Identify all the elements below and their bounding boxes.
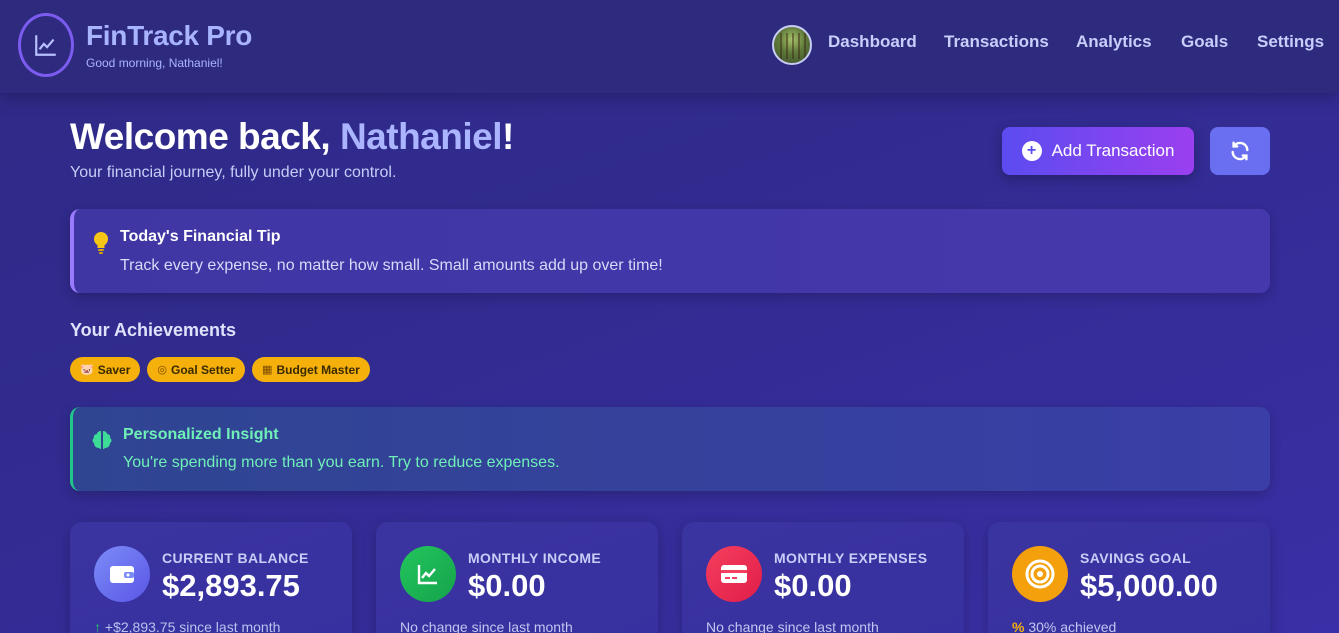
- logo[interactable]: [18, 13, 74, 77]
- chart-line-icon: [400, 546, 456, 602]
- calculator-icon: ▦: [262, 364, 273, 376]
- badge-goal-setter[interactable]: ◎ Goal Setter: [147, 357, 246, 382]
- stat-note-text: 30% achieved: [1028, 619, 1117, 633]
- badge-label: Goal Setter: [171, 362, 236, 377]
- target-icon: ◎: [157, 364, 168, 376]
- bullseye-icon: [1012, 546, 1068, 602]
- refresh-button[interactable]: [1210, 127, 1270, 175]
- chart-line-icon: [35, 35, 56, 56]
- badge-budget-master[interactable]: ▦ Budget Master: [252, 357, 370, 382]
- wallet-icon: [94, 546, 150, 602]
- lightbulb-icon: [94, 232, 108, 254]
- stat-note-text: No change since last month: [706, 619, 879, 633]
- brand-title: FinTrack Pro: [86, 20, 253, 51]
- tip-text: Track every expense, no matter how small…: [120, 257, 663, 274]
- greeting-subtitle: Good morning, Nathaniel!: [86, 56, 223, 70]
- arrow-up-icon: ↑: [94, 619, 101, 633]
- avatar[interactable]: [772, 25, 812, 65]
- page-title: Welcome back, Nathaniel!: [70, 116, 514, 158]
- stat-note: No change since last month: [706, 619, 879, 633]
- stat-value: $2,893.75: [162, 568, 300, 603]
- tip-title: Today's Financial Tip: [120, 228, 281, 245]
- welcome-prefix: Welcome back,: [70, 116, 340, 157]
- nav-analytics[interactable]: Analytics: [1076, 32, 1152, 52]
- badge-label: Saver: [97, 362, 131, 377]
- nav-goals[interactable]: Goals: [1181, 32, 1228, 52]
- monthly-income-card[interactable]: MONTHLY INCOME $0.00 No change since las…: [376, 522, 658, 633]
- achievement-badges: 🐷 Saver ◎ Goal Setter ▦ Budget Master: [70, 357, 370, 382]
- stat-note: No change since last month: [400, 619, 573, 633]
- badge-saver[interactable]: 🐷 Saver: [70, 357, 141, 382]
- piggy-bank-icon: 🐷: [80, 364, 94, 376]
- add-transaction-button[interactable]: + Add Transaction: [1002, 127, 1194, 175]
- achievements-heading: Your Achievements: [70, 320, 237, 340]
- brain-icon: [92, 431, 112, 449]
- nav-transactions[interactable]: Transactions: [944, 32, 1049, 52]
- percent-icon: %: [1012, 619, 1025, 633]
- badge-label: Budget Master: [276, 362, 360, 377]
- nav-dashboard[interactable]: Dashboard: [828, 32, 917, 52]
- refresh-icon: [1231, 141, 1249, 161]
- stat-label: MONTHLY EXPENSES: [774, 550, 928, 566]
- current-balance-card[interactable]: CURRENT BALANCE $2,893.75 ↑ +$2,893.75 s…: [70, 522, 352, 633]
- savings-goal-card[interactable]: SAVINGS GOAL $5,000.00 % 30% achieved: [988, 522, 1270, 633]
- stat-value: $0.00: [774, 568, 852, 603]
- financial-tip-card: Today's Financial Tip Track every expens…: [70, 209, 1270, 293]
- insight-card: Personalized Insight You're spending mor…: [70, 407, 1270, 491]
- stat-note: ↑ +$2,893.75 since last month: [94, 619, 280, 633]
- stat-label: CURRENT BALANCE: [162, 550, 309, 566]
- plus-circle-icon: +: [1021, 141, 1042, 161]
- nav-settings[interactable]: Settings: [1257, 32, 1324, 52]
- top-header: FinTrack Pro Good morning, Nathaniel! Da…: [0, 0, 1339, 93]
- stat-label: SAVINGS GOAL: [1080, 550, 1192, 566]
- monthly-expenses-card[interactable]: MONTHLY EXPENSES $0.00 No change since l…: [682, 522, 964, 633]
- add-transaction-label: Add Transaction: [1051, 141, 1175, 160]
- stat-label: MONTHLY INCOME: [468, 550, 602, 566]
- stat-value: $5,000.00: [1080, 568, 1218, 603]
- stat-value: $0.00: [468, 568, 546, 603]
- stat-note-text: +$2,893.75 since last month: [104, 619, 281, 633]
- user-name: Nathaniel: [339, 116, 503, 157]
- welcome-suffix: !: [502, 116, 514, 157]
- insight-text: You're spending more than you earn. Try …: [123, 454, 560, 471]
- stat-note-text: No change since last month: [400, 619, 573, 633]
- page-tagline: Your financial journey, fully under your…: [70, 164, 397, 181]
- credit-card-icon: [706, 546, 762, 602]
- stat-note: % 30% achieved: [1012, 619, 1116, 633]
- insight-title: Personalized Insight: [123, 426, 279, 443]
